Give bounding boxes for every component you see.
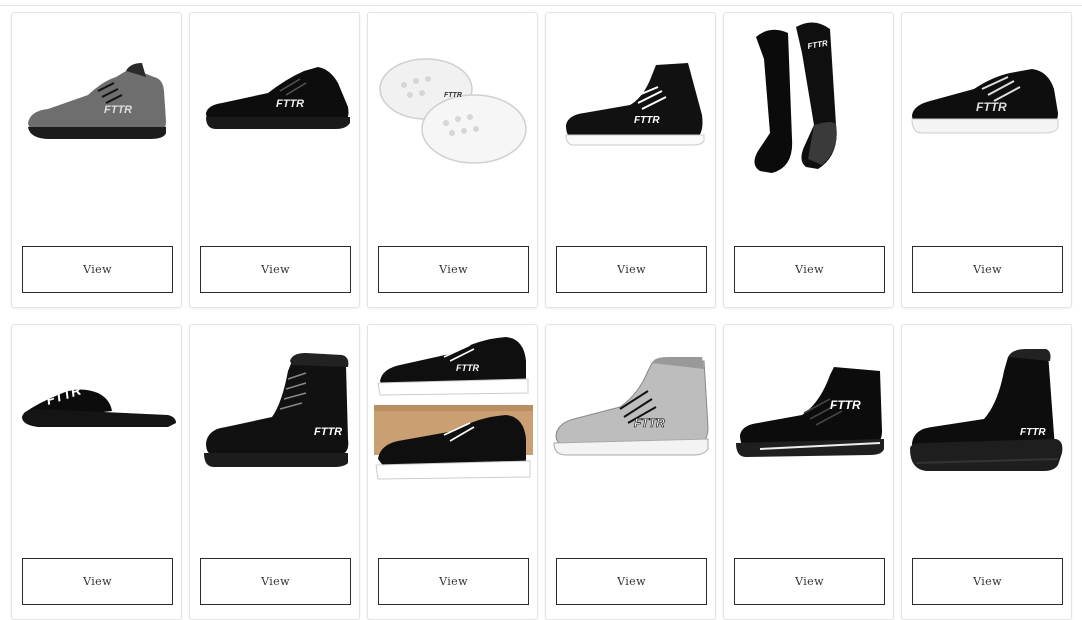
- product-logo: FTTR: [104, 104, 132, 116]
- view-button[interactable]: View: [912, 558, 1063, 605]
- top-divider: [0, 5, 1082, 6]
- product-card[interactable]: FTTR View: [901, 324, 1072, 620]
- view-button[interactable]: View: [912, 246, 1063, 293]
- view-button[interactable]: View: [200, 558, 351, 605]
- product-card[interactable]: FTTR View: [545, 12, 716, 308]
- view-button[interactable]: View: [556, 558, 707, 605]
- black-slide-sandal-icon[interactable]: FTTR: [18, 331, 177, 491]
- product-logo: FTTR: [314, 426, 342, 438]
- black-low-top-sneaker-icon[interactable]: FTTR: [196, 19, 355, 179]
- product-card[interactable]: FTTR View: [189, 12, 360, 308]
- product-card[interactable]: FTTR View: [11, 324, 182, 620]
- silver-high-top-sneaker-icon[interactable]: FTTR: [552, 331, 711, 491]
- product-logo: FTTR: [456, 363, 479, 373]
- product-card[interactable]: FTTR View: [367, 12, 538, 308]
- black-socks-icon[interactable]: FTTR: [730, 19, 889, 179]
- view-button[interactable]: View: [200, 246, 351, 293]
- product-logo: FTTR: [634, 416, 665, 430]
- white-clogs-icon[interactable]: FTTR: [374, 19, 533, 179]
- view-button[interactable]: View: [22, 558, 173, 605]
- view-button[interactable]: View: [556, 246, 707, 293]
- product-card[interactable]: FTTR View: [901, 12, 1072, 308]
- view-button[interactable]: View: [734, 558, 885, 605]
- black-leather-boot-icon[interactable]: FTTR: [196, 331, 355, 491]
- black-white-sneakers-box-icon[interactable]: FTTR: [374, 331, 533, 491]
- black-running-shoe-icon[interactable]: FTTR: [908, 19, 1067, 179]
- view-button[interactable]: View: [378, 558, 529, 605]
- product-card[interactable]: FTTR View: [723, 324, 894, 620]
- product-logo: FTTR: [444, 92, 462, 99]
- product-card[interactable]: FTTR View: [367, 324, 538, 620]
- black-canvas-high-top-icon[interactable]: FTTR: [730, 331, 889, 491]
- view-button[interactable]: View: [734, 246, 885, 293]
- product-logo: FTTR: [830, 398, 861, 412]
- product-card[interactable]: FTTR View: [545, 324, 716, 620]
- product-card[interactable]: FTTR View: [189, 324, 360, 620]
- product-logo: FTTR: [276, 98, 304, 110]
- product-logo: FTTR: [634, 115, 660, 126]
- black-high-top-sneaker-icon[interactable]: FTTR: [552, 19, 711, 179]
- gray-sneaker-icon[interactable]: FTTR: [18, 19, 177, 179]
- product-card[interactable]: FTTR View: [11, 12, 182, 308]
- black-platform-boot-icon[interactable]: FTTR: [908, 331, 1067, 491]
- product-grid: FTTR View FTTR View FTTR View FTTR View …: [11, 12, 1073, 620]
- product-logo: FTTR: [976, 100, 1007, 114]
- product-logo: FTTR: [1020, 427, 1046, 438]
- view-button[interactable]: View: [22, 246, 173, 293]
- product-card[interactable]: FTTR View: [723, 12, 894, 308]
- view-button[interactable]: View: [378, 246, 529, 293]
